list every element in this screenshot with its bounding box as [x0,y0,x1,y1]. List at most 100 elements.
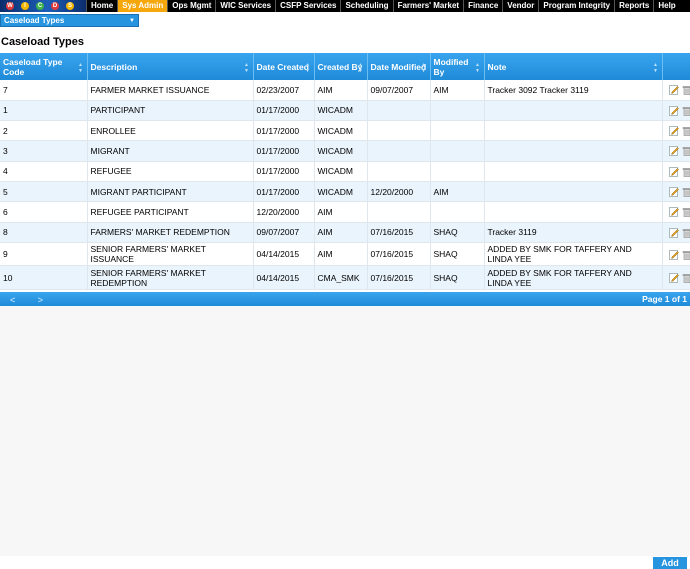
column-header[interactable]: Created By ▲▼ [314,53,368,80]
table-row[interactable]: 7 FARMER MARKET ISSUANCE 02/23/2007 AIM 09/0… [0,80,690,101]
column-header[interactable]: Caseload Type Code ▲▼ [0,53,88,80]
nav-item-ops-mgmt[interactable]: Ops Mgmt [167,0,215,12]
sort-icon: ▲▼ [474,62,481,74]
logo-letter: C [36,2,44,10]
table-cell: MIGRANT PARTICIPANT [87,181,254,203]
edit-icon[interactable] [668,227,679,238]
table-cell [430,201,485,223]
edit-icon[interactable] [668,126,679,137]
nav-item-reports[interactable]: Reports [614,0,653,12]
table-cell: 09/07/2007 [367,80,431,101]
table-cell: 01/17/2000 [253,181,315,203]
wicds-logo[interactable]: WICDS [0,0,86,12]
column-header[interactable]: Date Modified ▲▼ [367,53,431,80]
add-button[interactable]: Add [653,557,687,569]
table-row[interactable]: 5 MIGRANT PARTICIPANT 01/17/2000 WICADM 12/2… [0,181,690,203]
table-row[interactable]: 9 SENIOR FARMERS' MARKET ISSUANCE 04/14/20… [0,242,690,267]
edit-icon[interactable] [668,249,679,260]
delete-icon[interactable] [682,167,689,177]
nav-item-finance[interactable]: Finance [463,0,502,12]
table-cell: 5 [0,181,88,203]
table-cell: 09/07/2007 [253,222,315,243]
delete-icon[interactable] [682,126,689,136]
delete-icon[interactable] [682,207,689,218]
table-cell: ENROLLEE [87,120,254,142]
table-cell: 7 [0,80,88,101]
table-cell: FARMER MARKET ISSUANCE [87,80,254,101]
edit-icon[interactable] [668,207,679,218]
nav-item-scheduling[interactable]: Scheduling [340,0,392,12]
table-cell [367,140,431,162]
table-row[interactable]: 10 SENIOR FARMERS' MARKET REDEMPTION 04/14… [0,265,690,290]
table-cell: 9 [0,242,88,267]
column-header[interactable]: Description ▲▼ [87,53,254,80]
row-actions [662,265,690,290]
delete-icon[interactable] [682,106,689,116]
empty-content-area [0,306,690,556]
table-cell: AIM [430,181,485,203]
edit-icon[interactable] [668,187,679,197]
sort-icon: ▲▼ [304,62,311,74]
delete-icon[interactable] [682,250,689,260]
table-cell: SHAQ [430,242,485,267]
column-header-label: Description [90,61,138,72]
table-cell: 04/14/2015 [253,265,315,290]
table-row[interactable]: 4 REFUGEE 01/17/2000 WICADM [0,161,690,182]
table-cell [367,100,431,122]
table-row[interactable]: 6 REFUGEE PARTICIPANT 12/20/2000 AIM [0,201,690,223]
delete-icon[interactable] [682,187,689,197]
table-cell: SENIOR FARMERS' MARKET ISSUANCE [87,242,254,267]
delete-icon[interactable] [682,273,689,283]
nav-item-vendor[interactable]: Vendor [502,0,538,12]
table-cell: 10 [0,265,88,290]
table-row[interactable]: 3 MIGRANT 01/17/2000 WICADM [0,140,690,162]
chevron-down-icon: ▼ [129,17,135,24]
edit-icon[interactable] [668,85,679,96]
sort-icon: ▲▼ [357,62,364,74]
table-cell: 01/17/2000 [253,120,315,142]
delete-icon[interactable] [682,85,689,96]
edit-icon[interactable] [668,146,679,157]
column-header[interactable]: Note ▲▼ [484,53,663,80]
nav-item-program-integrity[interactable]: Program Integrity [538,0,614,12]
edit-icon[interactable] [668,105,679,116]
prev-page-button[interactable]: < [10,295,15,305]
edit-icon[interactable] [668,273,679,283]
nav-item-home[interactable]: Home [86,0,117,12]
page-indicator: Page 1 of 1 [642,294,687,304]
table-row[interactable]: 2 ENROLLEE 01/17/2000 WICADM [0,120,690,142]
column-header-label: Created By [317,61,363,72]
table-cell: ADDED BY SMK FOR TAFFERY AND LINDA YEE [484,265,663,290]
actions-column-header [662,53,690,80]
column-header-label: Note [487,61,507,72]
delete-icon[interactable] [682,228,689,238]
nav-item-help[interactable]: Help [653,0,679,12]
column-header[interactable]: Modified By ▲▼ [430,53,485,80]
table-cell: Tracker 3092 Tracker 3119 [484,80,663,101]
top-navigation-bar: WICDS Home Sys Admin Ops Mgmt WIC Services C… [0,0,690,12]
table-cell [484,120,663,142]
row-actions [662,201,690,223]
table-cell: SHAQ [430,222,485,243]
table-cell: 1 [0,100,88,122]
nav-item-farmers-market[interactable]: Farmers' Market [392,0,464,12]
table-cell: 01/17/2000 [253,140,315,162]
nav-item-csfp-services[interactable]: CSFP Services [275,0,340,12]
table-row[interactable]: 8 FARMERS' MARKET REDEMPTION 09/07/2007 AIM… [0,222,690,243]
logo-letter: W [6,2,14,10]
submenu-dropdown[interactable]: Caseload Types ▼ [0,14,139,27]
next-page-button[interactable]: > [38,295,43,305]
table-cell: SENIOR FARMERS' MARKET REDEMPTION [87,265,254,290]
caseload-types-grid: Caseload Type Code ▲▼ Description ▲▼ Date Cr… [0,53,690,290]
nav-item-sys-admin[interactable]: Sys Admin [117,0,168,12]
delete-icon[interactable] [682,146,689,157]
table-row[interactable]: 1 PARTICIPANT 01/17/2000 WICADM [0,100,690,122]
edit-icon[interactable] [668,166,679,177]
nav-item-wic-services[interactable]: WIC Services [215,0,275,12]
submenu-label: Caseload Types [4,16,65,25]
table-cell [430,120,485,142]
column-header[interactable]: Date Created ▲▼ [253,53,315,80]
table-cell: WICADM [314,120,368,142]
table-cell: REFUGEE [87,161,254,182]
table-cell: 3 [0,140,88,162]
